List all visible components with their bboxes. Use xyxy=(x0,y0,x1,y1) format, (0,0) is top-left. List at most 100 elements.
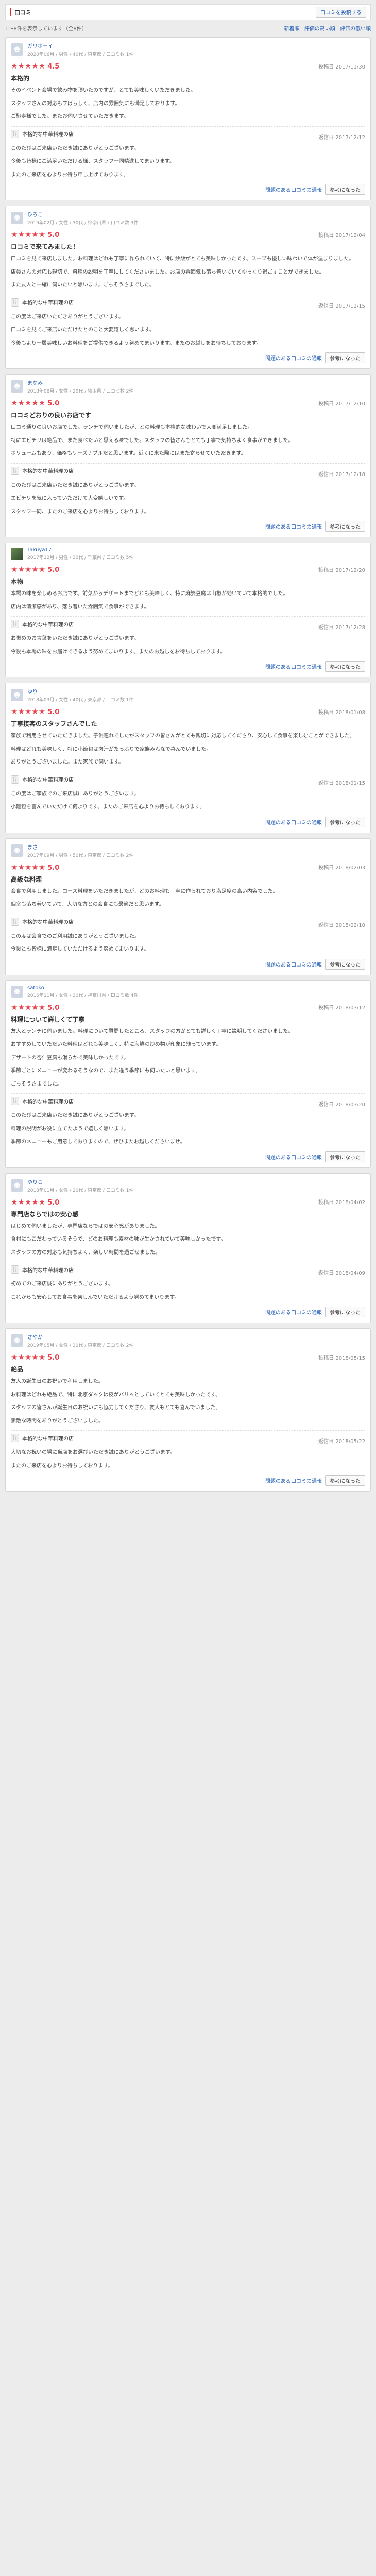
user-meta: 2018年01月 / 女性 / 20代 / 東京都 / 口コミ数 1件 xyxy=(27,1188,134,1193)
review-header: Takuya17 2017年12月 / 男性 / 30代 / 千葉県 / 口コミ数… xyxy=(11,547,365,561)
user-name[interactable]: ゆり xyxy=(27,687,133,695)
review-body: 会食で利用しました。コース料理をいただきましたが、どのお料理も丁寧に作られており… xyxy=(11,888,365,909)
reply-paragraph: スタッフ一同、またのご来店を心よりお待ちしております。 xyxy=(11,509,149,515)
rating-score: 5.0 xyxy=(47,566,60,574)
post-date: 投稿日 2018/05/15 xyxy=(318,1355,365,1361)
user-name[interactable]: Takuya17 xyxy=(27,547,133,553)
review-card: ☻ ゆり 2018年03月 / 女性 / 40代 / 東京都 / 口コミ数 1件 ★★… xyxy=(5,683,371,833)
user-name[interactable]: ガリボーイ xyxy=(27,42,133,49)
store-name: 本格的な中華料理の店 xyxy=(22,920,74,925)
review-paragraph: おすすめしていただいた料理はどれも美味しく、特に海鮮の炒め物が印象に残っています… xyxy=(11,1042,221,1047)
review-title: 本格的 xyxy=(11,75,30,82)
helpful-button[interactable]: 参考になった xyxy=(325,352,365,363)
reply-paragraph: この度はご家族でのご来店誠にありがとうございます。 xyxy=(11,791,139,797)
rating-stars: ★★★★★ xyxy=(11,565,46,574)
helpful-button[interactable]: 参考になった xyxy=(325,1151,365,1162)
avatar[interactable]: ☻ xyxy=(11,1334,23,1347)
review-footer: 問題のある口コミの通報 参考になった xyxy=(11,661,365,672)
review-paragraph: ごちそうさまでした。 xyxy=(11,1081,62,1087)
report-link[interactable]: 問題のある口コミの通報 xyxy=(265,185,322,193)
rating-stars: ★★★★★ xyxy=(11,1352,46,1362)
rating-score: 5.0 xyxy=(47,400,60,408)
helpful-button[interactable]: 参考になった xyxy=(325,1307,365,1317)
review-paragraph: ありがとうございました。また家族で伺います。 xyxy=(11,759,124,765)
avatar[interactable]: ☻ xyxy=(11,1179,23,1192)
report-link[interactable]: 問題のある口コミの通報 xyxy=(265,354,322,362)
helpful-button[interactable]: 参考になった xyxy=(325,958,365,970)
report-link[interactable]: 問題のある口コミの通報 xyxy=(265,1153,322,1161)
review-paragraph: はじめて伺いましたが、専門店ならではの安心感がありました。 xyxy=(11,1223,160,1229)
helpful-button[interactable]: 参考になった xyxy=(325,661,365,672)
review-paragraph: 季節ごとにメニューが変わるそうなので、また違う季節にも伺いたいと思います。 xyxy=(11,1068,201,1074)
helpful-button[interactable]: 参考になった xyxy=(325,1475,365,1486)
review-body: はじめて伺いましたが、専門店ならではの安心感がありました。 食材にもこだわっている… xyxy=(11,1223,365,1257)
avatar[interactable]: ☻ xyxy=(11,985,23,998)
report-link[interactable]: 問題のある口コミの通報 xyxy=(265,1477,322,1484)
user-name[interactable]: ゆりこ xyxy=(27,1178,133,1185)
helpful-button[interactable]: 参考になった xyxy=(325,816,365,827)
review-card: ☻ satoko 2016年11月 / 女性 / 30代 / 神奈川県 / 口コミ数… xyxy=(5,980,371,1168)
review-card: ☻ まさ 2017年09月 / 男性 / 50代 / 東京都 / 口コミ数 2件 ★★… xyxy=(5,838,371,975)
rating-line: ★★★★★ 5.0 投稿日 2017/12/04 xyxy=(11,230,365,239)
user-name[interactable]: satoko xyxy=(27,985,138,991)
report-link[interactable]: 問題のある口コミの通報 xyxy=(265,960,322,968)
reply-paragraph: 料理の説明がお役に立てたようで嬉しく思います。 xyxy=(11,1126,129,1132)
report-link[interactable]: 問題のある口コミの通報 xyxy=(265,818,322,826)
rating-line: ★★★★★ 5.0 投稿日 2018/02/03 xyxy=(11,862,365,872)
review-footer: 問題のある口コミの通報 参考になった xyxy=(11,958,365,970)
reply-body: お褒めのお言葉をいただき誠にありがとうございます。 今後も本場の味をお届けできるよ… xyxy=(11,635,365,656)
reply-paragraph: 口コミを見てご来店いただけたとのこと大変嬉しく思います。 xyxy=(11,327,155,333)
store-icon: 🍴 xyxy=(11,298,19,307)
sort-lowest[interactable]: 評価の低い順 xyxy=(340,26,371,32)
review-header: ☻ satoko 2016年11月 / 女性 / 30代 / 神奈川県 / 口コミ数… xyxy=(11,985,365,998)
avatar[interactable] xyxy=(11,548,23,560)
helpful-button[interactable]: 参考になった xyxy=(325,521,365,532)
review-body: 本場の味を楽しめるお店です。前菜からデザートまでどれも美味しく、特に麻婆豆腐は山… xyxy=(11,590,365,611)
review-header: ☻ ガリボーイ 2020年06月 / 男性 / 40代 / 東京都 / 口コミ数 1… xyxy=(11,42,365,57)
review-paragraph: また友人と一緒に伺いたいと思います。ごちそうさまでした。 xyxy=(11,282,155,288)
user-block: さやか 2019年05月 / 女性 / 30代 / 東京都 / 口コミ数 2件 xyxy=(27,1333,133,1348)
reply-body: このたびはご来店いただき誠にありがとうございます。 料理の説明がお役に立てたようで… xyxy=(11,1112,365,1146)
write-review-button[interactable]: 口コミを投稿する xyxy=(316,7,366,18)
sort-newest[interactable]: 新着順 xyxy=(284,26,300,32)
reply-paragraph: またのご来店を心よりお待ち申し上げております。 xyxy=(11,172,129,178)
review-header: ☻ ゆりこ 2018年01月 / 女性 / 20代 / 東京都 / 口コミ数 1件 xyxy=(11,1178,365,1193)
reply-paragraph: 大切なお祝いの場に当店をお選びいただき誠にありがとうございます。 xyxy=(11,1450,175,1455)
avatar[interactable]: ☻ xyxy=(11,380,23,393)
store-icon: 🍴 xyxy=(11,775,19,784)
avatar[interactable]: ☻ xyxy=(11,212,23,224)
user-name[interactable]: ひろこ xyxy=(27,210,138,218)
rating-stars: ★★★★★ xyxy=(11,862,46,872)
review-footer: 問題のある口コミの通報 参考になった xyxy=(11,1475,365,1486)
review-card: ☻ ひろこ 2019年02月 / 女性 / 30代 / 神奈川県 / 口コミ数 3件… xyxy=(5,206,371,369)
user-name[interactable]: まさ xyxy=(27,843,133,851)
avatar[interactable]: ☻ xyxy=(11,43,23,56)
review-title: 料理について詳しくて丁寧 xyxy=(11,1015,85,1023)
review-body: 口コミを見て来店しました。お料理はどれも丁寧に作られていて、特に炒飯がとても美味… xyxy=(11,255,365,290)
report-link[interactable]: 問題のある口コミの通報 xyxy=(265,1308,322,1316)
avatar[interactable]: ☻ xyxy=(11,689,23,701)
reply-paragraph: このたびはご来店いただき誠にありがとうございます。 xyxy=(11,145,139,151)
report-link[interactable]: 問題のある口コミの通報 xyxy=(265,522,322,530)
rating-line: ★★★★★ 5.0 投稿日 2018/04/02 xyxy=(11,1197,365,1207)
helpful-button[interactable]: 参考になった xyxy=(325,184,365,195)
sort-highest[interactable]: 評価の高い順 xyxy=(304,26,335,32)
user-name[interactable]: さやか xyxy=(27,1333,133,1341)
review-footer: 問題のある口コミの通報 参考になった xyxy=(11,1307,365,1317)
review-paragraph: 料理はどれも美味しく、特に小籠包は肉汁がたっぷりで家族みんなで喜んでいました。 xyxy=(11,746,212,752)
store-name: 本格的な中華料理の店 xyxy=(22,1436,74,1442)
store-name: 本格的な中華料理の店 xyxy=(22,1267,74,1274)
review-card: ☻ ガリボーイ 2020年06月 / 男性 / 40代 / 東京都 / 口コミ数 1… xyxy=(5,37,371,200)
rating-score: 5.0 xyxy=(47,1198,60,1207)
header-bar: 口コミ 口コミを投稿する xyxy=(5,4,371,20)
review-title: 専門店ならではの安心感 xyxy=(11,1210,79,1218)
report-link[interactable]: 問題のある口コミの通報 xyxy=(265,663,322,670)
user-name[interactable]: まなみ xyxy=(27,379,133,386)
avatar[interactable]: ☻ xyxy=(11,844,23,857)
page: 口コミ 口コミを投稿する 1〜8件を表示しています（全8件） 新着順 評価の高い… xyxy=(0,0,376,1502)
rating-stars: ★★★★★ xyxy=(11,707,46,716)
review-card: ☻ さやか 2019年05月 / 女性 / 30代 / 東京都 / 口コミ数 2件 ★… xyxy=(5,1328,371,1492)
rating-line: ★★★★★ 4.5 投稿日 2017/11/30 xyxy=(11,61,365,71)
review-footer: 問題のある口コミの通報 参考になった xyxy=(11,521,365,532)
rating-stars: ★★★★★ xyxy=(11,398,46,408)
